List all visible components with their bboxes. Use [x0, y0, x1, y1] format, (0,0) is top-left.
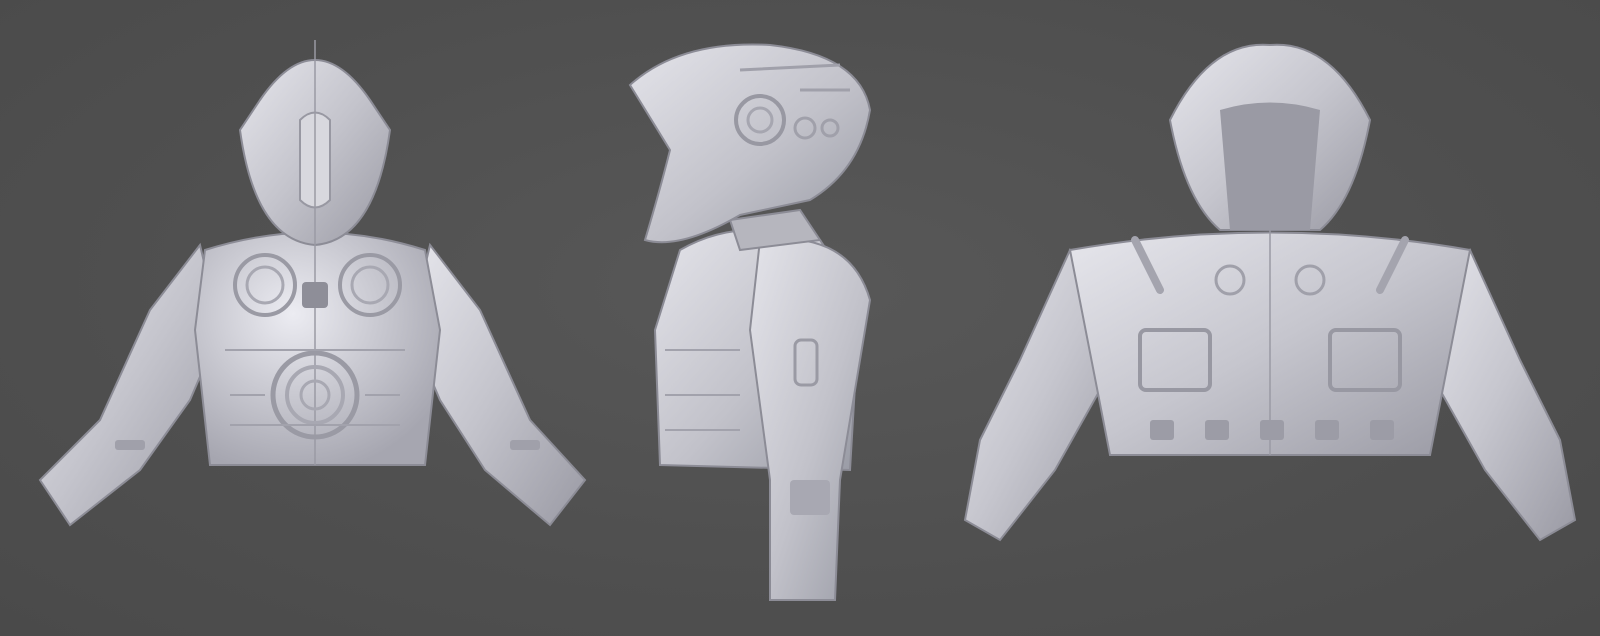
front-armor-model [38, 40, 587, 527]
back-view-render [960, 0, 1580, 636]
front-view-render [30, 0, 610, 636]
side-armor-model [628, 43, 872, 601]
side-view-render [620, 0, 920, 636]
render-canvas [0, 0, 1600, 636]
back-armor-model [963, 43, 1577, 542]
